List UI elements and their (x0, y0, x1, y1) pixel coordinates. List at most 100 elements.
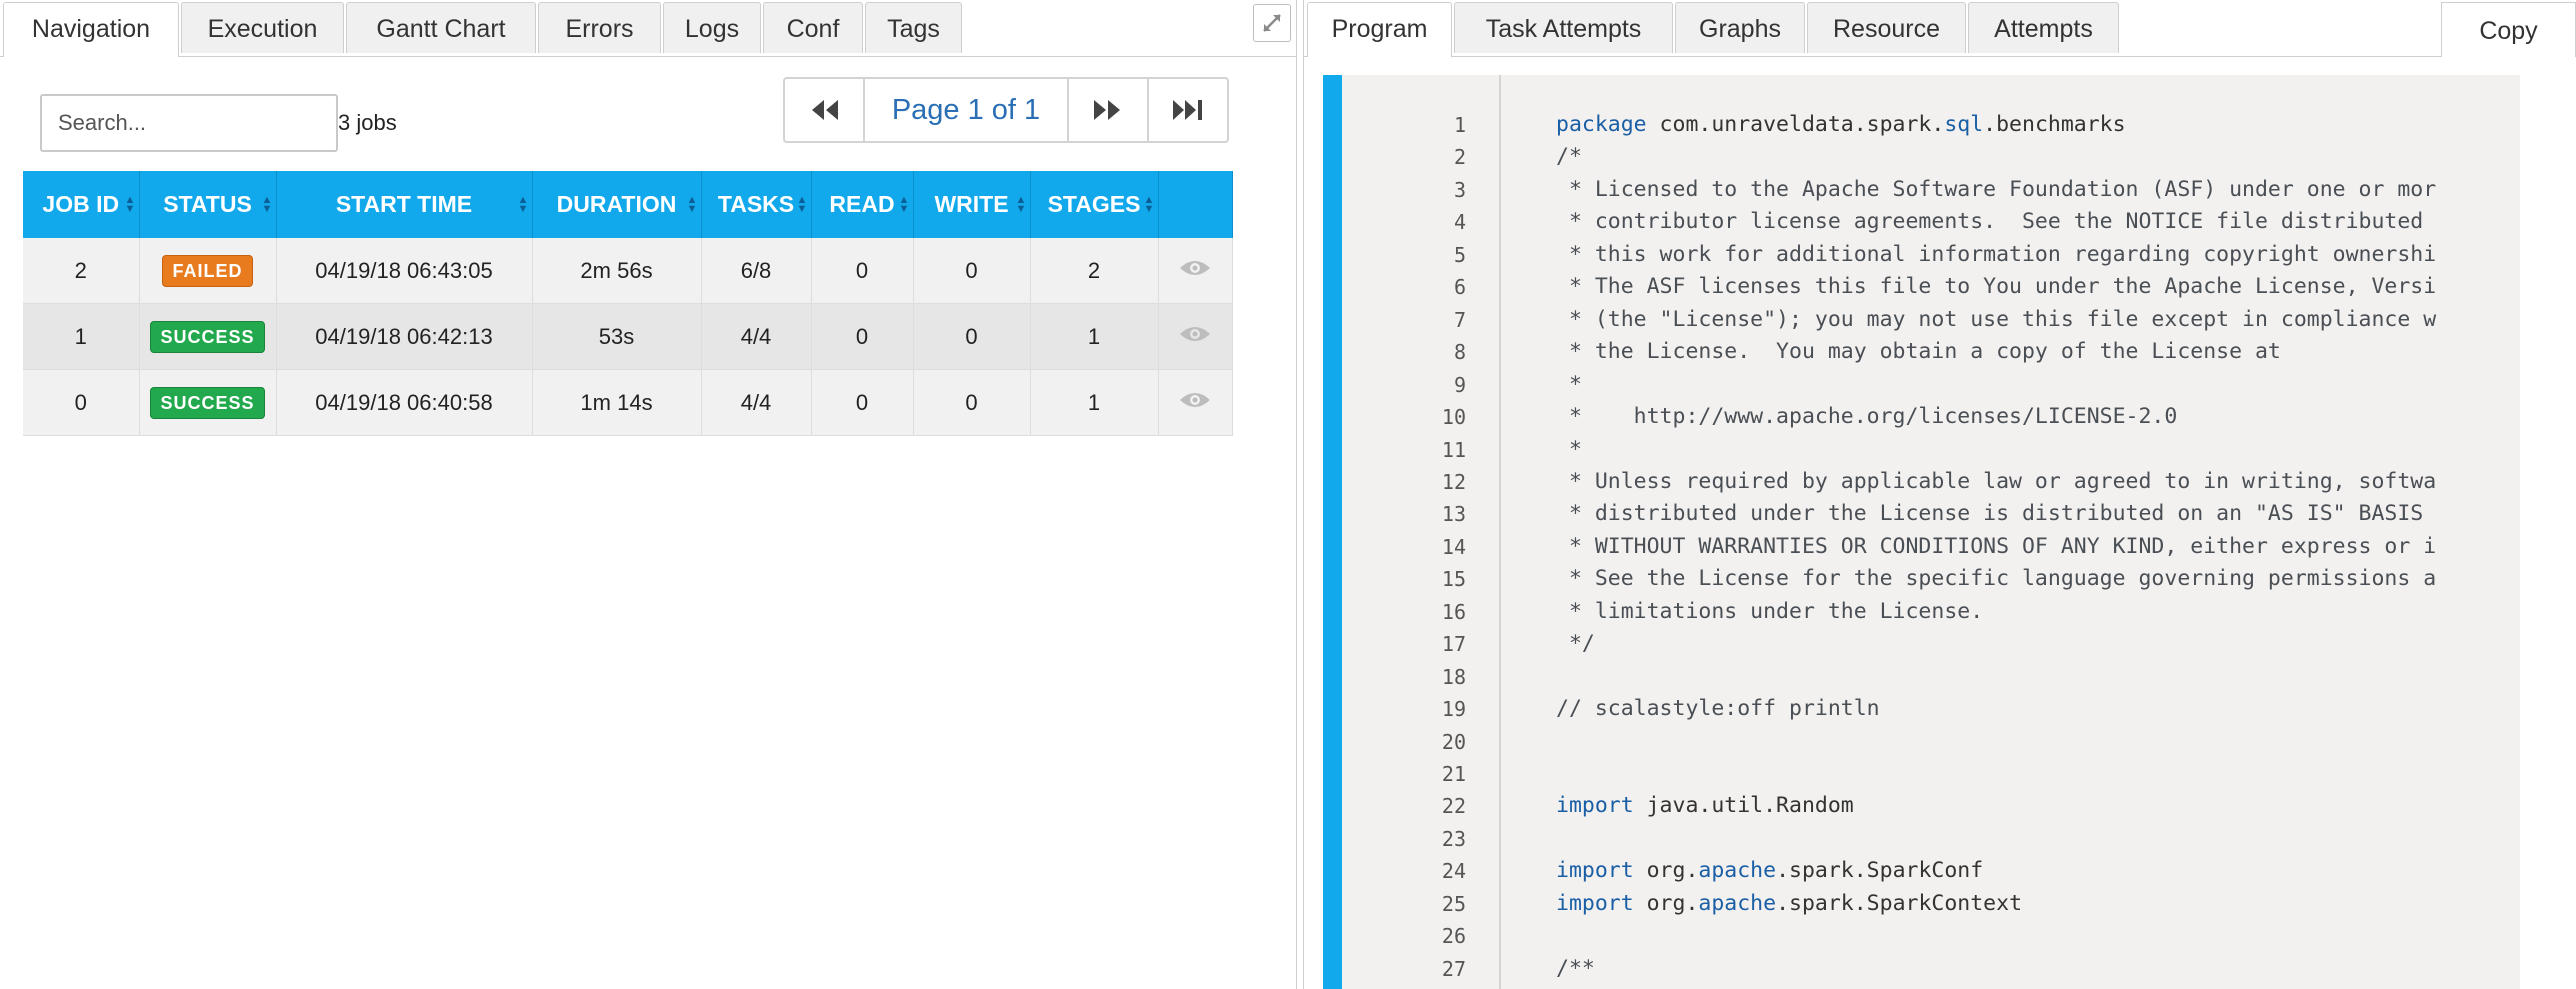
search-input[interactable] (40, 94, 338, 152)
cell-read: 0 (811, 369, 914, 436)
column-header-write[interactable]: WRITE ▲ ▼ (913, 171, 1031, 238)
next-page-button[interactable] (1067, 77, 1149, 143)
code-line: 1 package com.unraveldata.spark.sql.bench… (1323, 109, 2520, 141)
status-badge: SUCCESS (150, 386, 265, 419)
table-row[interactable]: 0 SUCCESS 04/19/18 06:40:58 1m 14s 4/4 0… (23, 369, 1233, 436)
line-number: 13 (1441, 502, 1466, 527)
code-text: import org.apache.spark.SparkConf (1556, 858, 1984, 884)
sort-icon: ▲ ▼ (1143, 193, 1155, 215)
code-text: * See the License for the specific langu… (1556, 566, 2437, 592)
column-header-status[interactable]: STATUS ▲ ▼ (139, 171, 277, 238)
first-page-button[interactable] (783, 77, 865, 143)
cell-view[interactable] (1158, 303, 1233, 370)
line-number: 15 (1441, 567, 1466, 592)
tab-task-attempts[interactable]: Task Attempts (1454, 2, 1673, 53)
code-line: 2 /* (1323, 141, 2520, 173)
jobs-table: JOB ID ▲ ▼ STATUS ▲ ▼ START TIME ▲ ▼ DURATION ▲… (23, 171, 1233, 436)
line-number: 16 (1441, 599, 1466, 624)
sort-icon: ▲ ▼ (796, 193, 808, 215)
column-header-start-time[interactable]: START TIME ▲ ▼ (276, 171, 533, 238)
cell-duration: 1m 14s (532, 369, 702, 436)
code-text: * this work for additional information r… (1556, 241, 2437, 267)
sort-icon: ▲ ▼ (1015, 193, 1027, 215)
tab-tags[interactable]: Tags (865, 2, 962, 53)
code-text: * (1556, 371, 1582, 397)
code-line: 12 * Unless required by applicable law o… (1323, 466, 2520, 498)
line-number: 2 (1453, 145, 1466, 170)
code-line: 11 * (1323, 434, 2520, 466)
cell-view[interactable] (1158, 369, 1233, 436)
cell-job-id: 0 (23, 369, 140, 436)
code-text: package com.unraveldata.spark.sql.benchm… (1556, 112, 2126, 137)
column-header-duration[interactable]: DURATION ▲ ▼ (532, 171, 702, 238)
code-line: 26 (1323, 920, 2520, 952)
tab-errors[interactable]: Errors (538, 2, 661, 53)
cell-stages: 1 (1030, 303, 1159, 370)
cell-view[interactable] (1158, 238, 1233, 304)
code-text: */ (1556, 631, 1595, 657)
line-number: 14 (1441, 534, 1466, 559)
cell-read: 0 (811, 303, 914, 370)
column-header-tasks[interactable]: TASKS ▲ ▼ (701, 171, 812, 238)
left-tab-bar: Navigation Execution Gantt Chart Errors … (0, 0, 1296, 57)
sort-icon: ▲ ▼ (686, 193, 698, 215)
line-number: 1 (1453, 113, 1466, 137)
cell-start-time: 04/19/18 06:43:05 (276, 238, 533, 304)
tab-gantt-chart[interactable]: Gantt Chart (346, 2, 536, 53)
cell-status: FAILED (139, 238, 277, 304)
column-header-read[interactable]: READ ▲ ▼ (811, 171, 914, 238)
line-number: 4 (1453, 210, 1466, 235)
line-number: 23 (1441, 826, 1466, 851)
tab-navigation[interactable]: Navigation (3, 2, 179, 57)
status-badge: FAILED (162, 254, 253, 287)
eye-icon[interactable] (1178, 324, 1212, 344)
job-count: 3 jobs (338, 110, 397, 135)
expand-left-pane-button[interactable] (1253, 4, 1291, 42)
tab-graphs[interactable]: Graphs (1675, 2, 1805, 53)
line-number: 24 (1441, 859, 1466, 884)
column-header-stages[interactable]: STAGES ▲ ▼ (1030, 171, 1159, 238)
code-line: 22 import java.util.Random (1323, 790, 2520, 822)
line-number: 27 (1441, 956, 1466, 981)
line-number: 5 (1453, 242, 1466, 267)
column-header-label: STATUS (163, 191, 252, 217)
code-text: * Unless required by applicable law or a… (1556, 468, 2437, 494)
line-number: 17 (1441, 632, 1466, 657)
last-page-button[interactable] (1147, 77, 1229, 143)
column-header-label: STAGES (1047, 191, 1141, 217)
line-number: 19 (1441, 697, 1466, 722)
cell-status: SUCCESS (139, 369, 277, 436)
table-row[interactable]: 2 FAILED 04/19/18 06:43:05 2m 56s 6/8 0 … (23, 238, 1233, 304)
tab-conf[interactable]: Conf (763, 2, 863, 53)
code-line: 20 (1323, 726, 2520, 758)
tab-resource[interactable]: Resource (1807, 2, 1966, 53)
copy-button[interactable]: Copy (2441, 2, 2576, 57)
code-text: * the License. You may obtain a copy of … (1556, 339, 2281, 365)
cell-stages: 2 (1030, 238, 1159, 304)
code-line: 23 (1323, 823, 2520, 855)
column-header-label: DURATION (556, 191, 677, 217)
double-right-arrow-icon (1094, 100, 1120, 120)
cell-stages: 1 (1030, 369, 1159, 436)
cell-status: SUCCESS (139, 303, 277, 370)
page-indicator: Page 1 of 1 (863, 77, 1069, 143)
column-header-job-id[interactable]: JOB ID ▲ ▼ (23, 171, 140, 238)
code-text: * distributed under the License is distr… (1556, 501, 2424, 527)
code-line: 10 * http://www.apache.org/licenses/LICE… (1323, 401, 2520, 433)
line-number: 8 (1453, 340, 1466, 365)
tab-execution[interactable]: Execution (181, 2, 344, 53)
code-line: 8 * the License. You may obtain a copy o… (1323, 336, 2520, 368)
code-line: 14 * WITHOUT WARRANTIES OR CONDITIONS OF… (1323, 531, 2520, 563)
line-number: 11 (1441, 437, 1466, 462)
code-viewer[interactable]: 1 package com.unraveldata.spark.sql.bench… (1323, 75, 2520, 989)
tab-attempts[interactable]: Attempts (1968, 2, 2119, 53)
tab-logs[interactable]: Logs (663, 2, 761, 53)
table-header-row: JOB ID ▲ ▼ STATUS ▲ ▼ START TIME ▲ ▼ DURATION ▲… (23, 171, 1233, 238)
tab-program[interactable]: Program (1307, 2, 1452, 57)
code-line: 7 * (the "License"); you may not use thi… (1323, 304, 2520, 336)
eye-icon[interactable] (1178, 258, 1212, 278)
eye-icon[interactable] (1178, 390, 1212, 410)
table-row[interactable]: 1 SUCCESS 04/19/18 06:42:13 53s 4/4 0 0 … (23, 303, 1233, 370)
line-number: 10 (1441, 405, 1466, 430)
code-text: * http://www.apache.org/licenses/LICENSE… (1556, 404, 2178, 430)
